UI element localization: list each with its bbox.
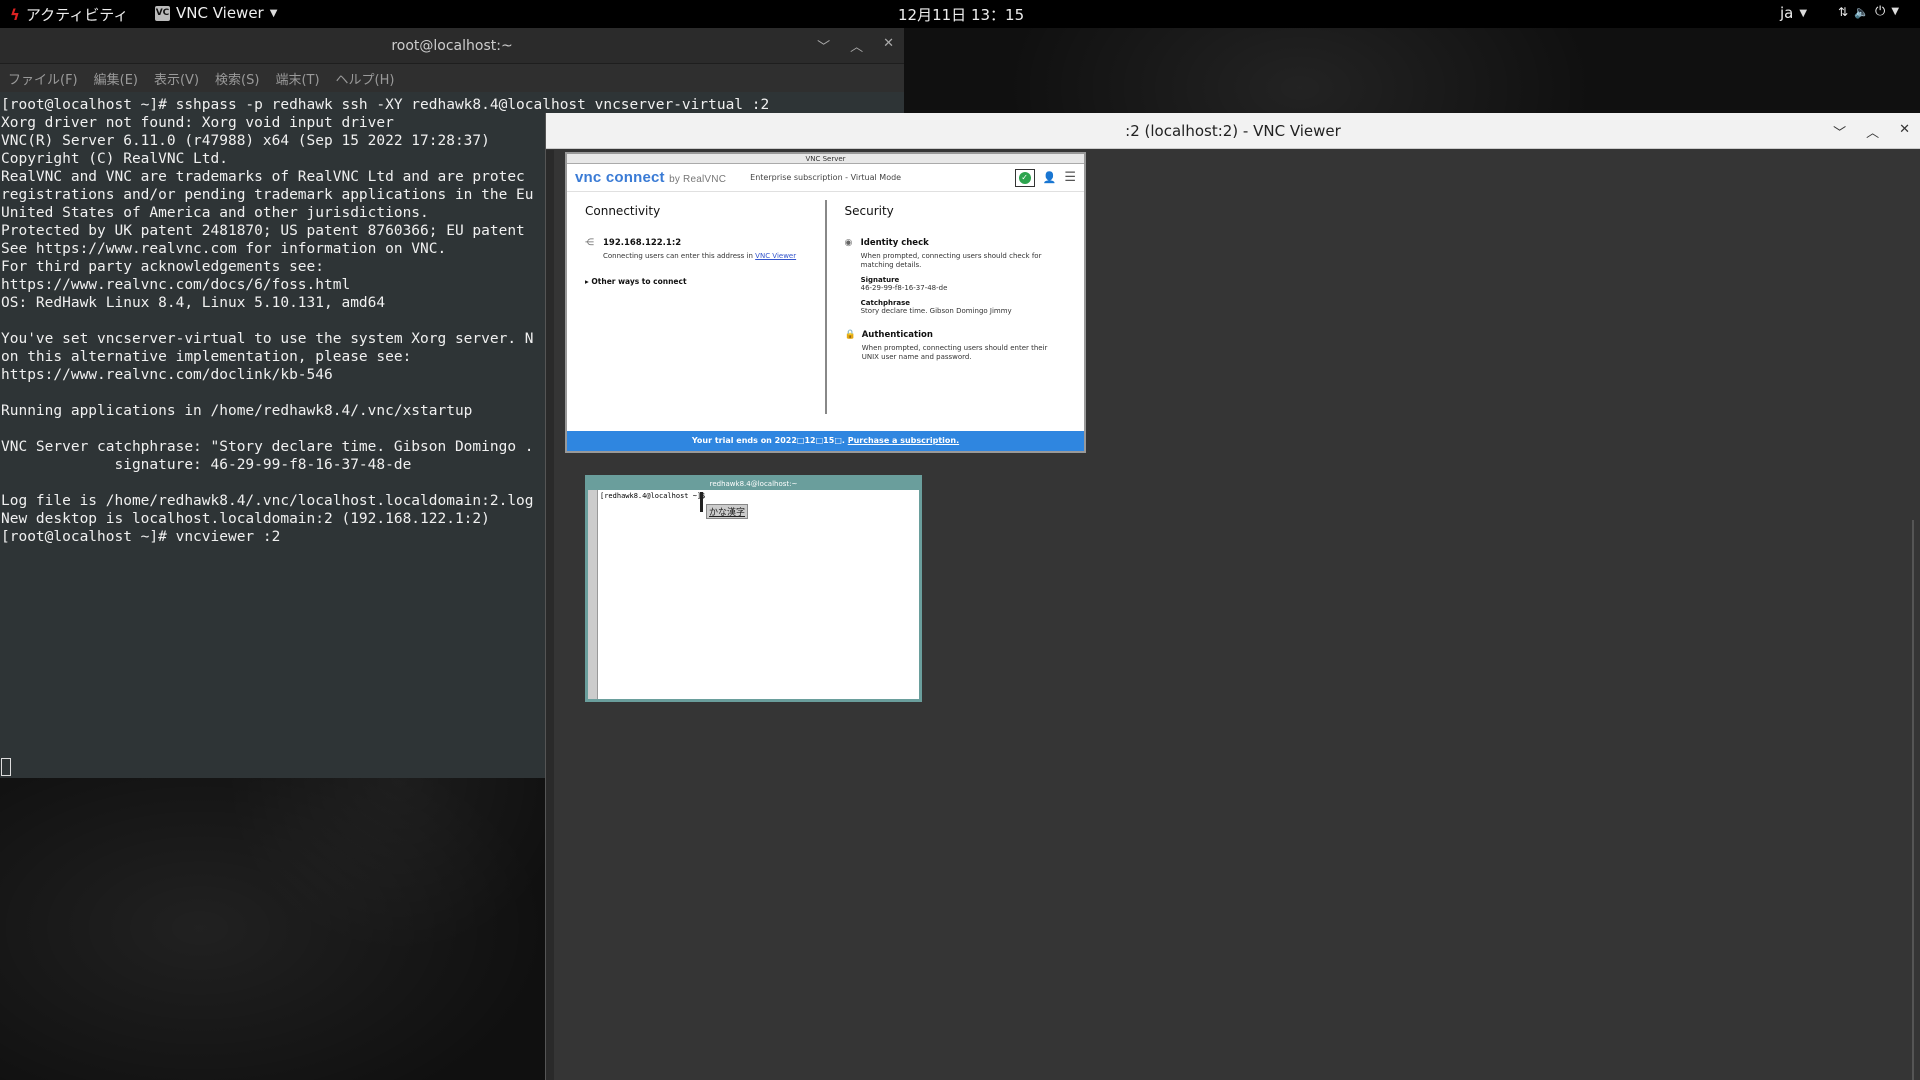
users-icon[interactable]: 👤 xyxy=(1043,171,1057,184)
xterm-body[interactable]: [redhawk8.4@localhost ~]$ かな漢字 xyxy=(588,490,919,699)
terminal-titlebar[interactable]: root@localhost:~ ﹀ ︿ ✕ xyxy=(0,28,904,64)
clock[interactable]: 12月11日 13：15 xyxy=(898,4,1024,25)
identity-check-title: Identity check xyxy=(860,238,929,248)
remote-desktop-edge xyxy=(546,150,554,1080)
app-icon: VC xyxy=(155,5,170,21)
chevron-down-icon: ▼ xyxy=(269,7,278,19)
xterm-cursor xyxy=(700,492,703,512)
xterm-title: redhawk8.4@localhost:~ xyxy=(709,480,798,488)
other-ways-to-connect[interactable]: ▸ Other ways to connect xyxy=(585,277,807,286)
maximize-icon[interactable]: ︿ xyxy=(850,36,863,55)
security-heading: Security xyxy=(844,204,894,218)
menu-view[interactable]: 表示(V) xyxy=(154,69,199,88)
viewer-scroll-edge xyxy=(1912,520,1914,1080)
activities-button[interactable]: ϟ アクティビティ xyxy=(10,4,128,25)
menu-edit[interactable]: 編集(E) xyxy=(94,69,138,88)
minimize-icon[interactable]: ﹀ xyxy=(1833,122,1846,141)
chevron-down-icon: ▼ xyxy=(1891,6,1900,17)
ime-preedit: かな漢字 xyxy=(706,504,749,519)
close-icon[interactable]: ✕ xyxy=(1899,122,1910,141)
terminal-line: [root@localhost ~]# sshpass -p redhawk s… xyxy=(1,97,770,113)
power-icon: ⏻ xyxy=(1875,4,1886,19)
system-menu[interactable]: ⇅ 🔈 ⏻ ▼ xyxy=(1838,4,1899,19)
share-icon: ⋲ xyxy=(585,238,594,248)
terminal-title: root@localhost:~ xyxy=(391,37,513,54)
eye-icon: ◉ xyxy=(844,238,853,248)
catchphrase-value: Story declare time. Gibson Domingo Jimmy xyxy=(860,307,1012,315)
connectivity-heading: Connectivity xyxy=(585,204,661,218)
minimize-icon[interactable]: ﹀ xyxy=(817,36,830,55)
remote-xterm-window[interactable]: redhawk8.4@localhost:~ [redhawk8.4@local… xyxy=(585,475,922,702)
trial-text: Your trial ends on 2022□12□15□. xyxy=(691,436,845,445)
language-indicator[interactable]: ja ▼ xyxy=(1780,4,1807,22)
server-address: 192.168.122.1:2 xyxy=(603,238,682,248)
signature-value: 46-29-99-f8-16-37-48-de xyxy=(860,284,948,292)
vnc-connect-logo: vnc connect by RealVNC xyxy=(575,169,727,186)
signature-label: Signature xyxy=(860,276,900,284)
terminal-cursor xyxy=(1,758,11,776)
vnc-viewer-titlebar[interactable]: :2 (localhost:2) - VNC Viewer ﹀ ︿ ✕ xyxy=(546,113,1920,149)
app-menu[interactable]: VC VNC Viewer ▼ xyxy=(155,4,277,22)
language-label: ja xyxy=(1780,4,1794,22)
authentication-title: Authentication xyxy=(861,330,933,340)
xterm-titlebar[interactable]: redhawk8.4@localhost:~ xyxy=(588,478,919,490)
trial-banner: Your trial ends on 2022□12□15□. Purchase… xyxy=(567,431,1084,451)
security-section: Security ◉ Identity check When prompted,… xyxy=(827,192,1085,422)
maximize-icon[interactable]: ︿ xyxy=(1866,122,1879,141)
network-icon: ⇅ xyxy=(1838,4,1849,19)
volume-icon: 🔈 xyxy=(1854,4,1870,19)
vnc-server-title: VNC Server xyxy=(805,155,846,163)
subscription-label: Enterprise subscription - Virtual Mode xyxy=(750,173,902,182)
xterm-prompt: [redhawk8.4@localhost ~]$ xyxy=(600,492,706,500)
purchase-subscription-link[interactable]: Purchase a subscription. xyxy=(848,436,959,445)
lock-icon: 🔒 xyxy=(844,330,856,340)
vnc-server-titlebar[interactable]: VNC Server xyxy=(567,154,1084,164)
activities-label: アクティビティ xyxy=(25,6,129,24)
vnc-server-header: vnc connect by RealVNC Enterprise subscr… xyxy=(567,164,1084,192)
hamburger-menu-icon[interactable]: ☰ xyxy=(1064,170,1076,185)
top-bar: ϟ アクティビティ VC VNC Viewer ▼ 12月11日 13：15 j… xyxy=(0,0,1920,28)
address-description: Connecting users can enter this address … xyxy=(603,252,797,260)
vnc-server-window[interactable]: VNC Server vnc connect by RealVNC Enterp… xyxy=(565,152,1086,453)
authentication-desc: When prompted, connecting users should e… xyxy=(861,344,1048,361)
vnc-viewer-link[interactable]: VNC Viewer xyxy=(755,252,796,260)
app-menu-label: VNC Viewer xyxy=(176,4,264,22)
vnc-viewer-title: :2 (localhost:2) - VNC Viewer xyxy=(1125,121,1341,140)
terminal-menubar: ファイル(F) 編集(E) 表示(V) 検索(S) 端末(T) ヘルプ(H) xyxy=(0,64,904,92)
menu-help[interactable]: ヘルプ(H) xyxy=(336,69,395,88)
status-check-icon[interactable]: ✓ xyxy=(1014,168,1035,187)
catchphrase-label: Catchphrase xyxy=(860,299,911,307)
xterm-scrollbar[interactable] xyxy=(588,490,598,699)
chevron-down-icon: ▼ xyxy=(1799,7,1808,19)
menu-terminal[interactable]: 端末(T) xyxy=(275,69,319,88)
redhawk-logo-icon: ϟ xyxy=(10,5,20,24)
menu-file[interactable]: ファイル(F) xyxy=(8,69,78,88)
menu-search[interactable]: 検索(S) xyxy=(215,69,259,88)
connectivity-section: Connectivity ⋲ 192.168.122.1:2 Connectin… xyxy=(567,200,827,414)
identity-check-desc: When prompted, connecting users should c… xyxy=(860,252,1042,269)
close-icon[interactable]: ✕ xyxy=(883,36,894,55)
